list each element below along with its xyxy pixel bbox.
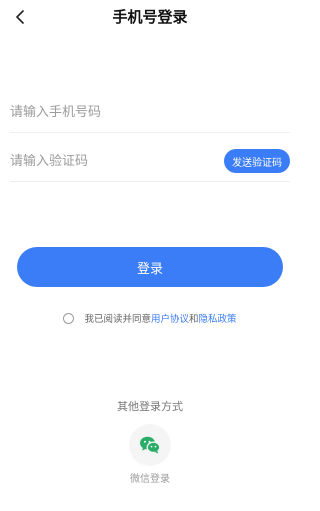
agreement-checkbox[interactable] bbox=[63, 312, 75, 324]
agreement-row: 我已阅读并同意 用户协议 和 隐私政策 bbox=[0, 311, 300, 325]
wechat-icon bbox=[140, 436, 161, 454]
verification-code-field: 发送验证码 bbox=[10, 141, 290, 182]
wechat-login-label: 微信登录 bbox=[130, 474, 170, 485]
privacy-policy-link[interactable]: 隐私政策 bbox=[199, 311, 237, 325]
wechat-login-button[interactable] bbox=[129, 424, 171, 466]
phone-field bbox=[10, 92, 290, 133]
send-code-button[interactable]: 发送验证码 bbox=[224, 149, 290, 173]
header: 手机号登录 bbox=[0, 0, 300, 34]
agreement-prefix: 我已阅读并同意 bbox=[84, 314, 151, 325]
agreement-and: 和 bbox=[189, 314, 199, 325]
user-agreement-link[interactable]: 用户协议 bbox=[151, 311, 189, 325]
phone-input[interactable] bbox=[10, 92, 210, 132]
other-login-title: 其他登录方式 bbox=[117, 400, 183, 413]
login-button[interactable]: 登录 bbox=[17, 247, 283, 287]
verification-code-input[interactable] bbox=[10, 141, 210, 181]
page-title: 手机号登录 bbox=[112, 8, 188, 26]
